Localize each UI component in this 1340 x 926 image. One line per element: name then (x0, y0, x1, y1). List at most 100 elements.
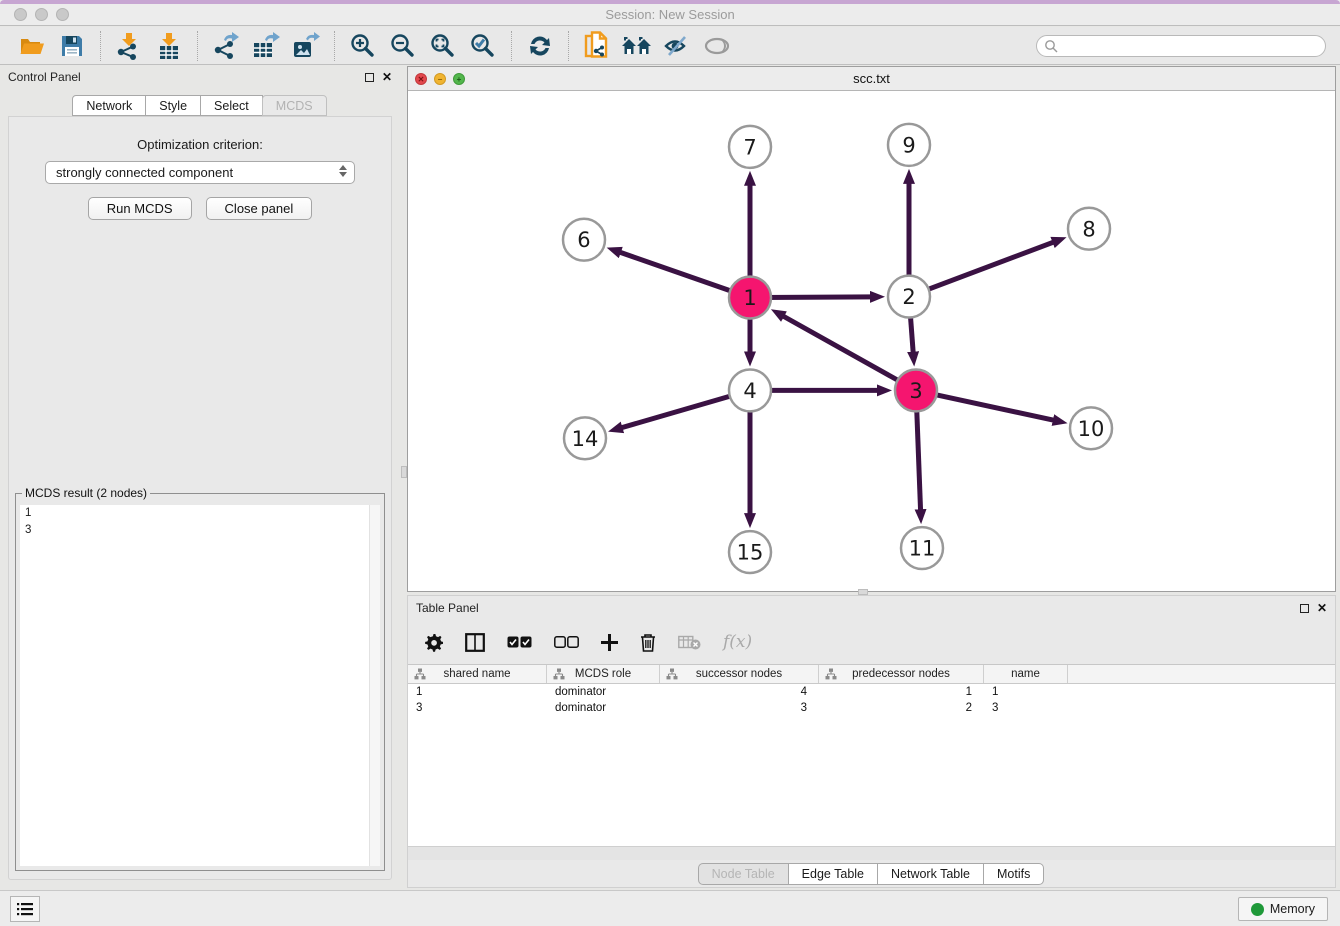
float-panel-icon[interactable] (365, 73, 374, 82)
graph-node-10[interactable]: 10 (1070, 407, 1112, 449)
cell-MCDS-role[interactable]: dominator (547, 700, 660, 716)
criterion-select[interactable]: strongly connected component (45, 161, 355, 184)
apply-layout-button[interactable] (520, 30, 560, 62)
table-row[interactable]: 1dominator411 (408, 684, 1335, 700)
network-window-traffic-lights[interactable]: ✕ − + (415, 73, 465, 85)
save-icon (60, 34, 84, 58)
node-table[interactable]: shared nameMCDS rolesuccessor nodesprede… (408, 664, 1335, 846)
network-canvas[interactable]: 7 9 6 8 1 2 4 3 14 10 15 11 (408, 91, 1335, 591)
column-header-predecessor-nodes[interactable]: predecessor nodes (819, 665, 984, 683)
export-image-icon (292, 32, 320, 60)
save-session-button[interactable] (52, 30, 92, 62)
network-graph[interactable]: 7 9 6 8 1 2 4 3 14 10 15 11 (408, 91, 1335, 591)
create-column-button[interactable] (601, 634, 618, 651)
show-column-panel-button[interactable] (465, 633, 485, 652)
export-network-button[interactable] (206, 30, 246, 62)
zoom-selected-button[interactable] (463, 30, 503, 62)
search-input[interactable] (1036, 35, 1326, 57)
result-scrollbar[interactable] (369, 505, 380, 866)
cell-shared-name[interactable]: 3 (408, 700, 547, 716)
function-builder-button[interactable]: f(x) (723, 632, 752, 652)
close-panel-icon[interactable]: ✕ (382, 71, 392, 83)
svg-text:4: 4 (743, 379, 756, 403)
tab-network[interactable]: Network (72, 95, 146, 116)
cell-shared-name[interactable]: 1 (408, 684, 547, 700)
graph-edge-2-8[interactable] (909, 242, 1054, 297)
tab-style[interactable]: Style (145, 95, 201, 116)
svg-text:8: 8 (1082, 217, 1095, 241)
delete-column-button[interactable] (640, 633, 656, 652)
close-table-panel-icon[interactable]: ✕ (1317, 602, 1327, 614)
cell-successor-nodes[interactable]: 3 (660, 700, 819, 716)
graph-node-14[interactable]: 14 (564, 417, 606, 459)
open-folder-icon (19, 34, 45, 58)
column-type-icon (553, 668, 565, 680)
tab-select[interactable]: Select (200, 95, 263, 116)
zoom-in-button[interactable] (343, 30, 383, 62)
zoom-out-button[interactable] (383, 30, 423, 62)
graph-node-4[interactable]: 4 (729, 369, 771, 411)
table-row[interactable]: 3dominator323 (408, 700, 1335, 716)
float-table-panel-icon[interactable] (1300, 604, 1309, 613)
cell-name[interactable]: 1 (984, 684, 1068, 700)
table-scroll-strip[interactable] (408, 846, 1335, 860)
mcds-result-list[interactable]: 13 (20, 505, 380, 866)
export-table-button[interactable] (246, 30, 286, 62)
hide-eye-icon (663, 34, 691, 58)
close-panel-button[interactable]: Close panel (206, 197, 313, 220)
table-settings-button[interactable] (424, 633, 443, 652)
graph-node-11[interactable]: 11 (901, 527, 943, 569)
tab-motifs[interactable]: Motifs (983, 863, 1044, 885)
delete-table-button[interactable] (678, 635, 701, 650)
import-network-button[interactable] (109, 30, 149, 62)
tab-mcds[interactable]: MCDS (262, 95, 327, 116)
preview-eye-button[interactable] (697, 30, 737, 62)
column-header-MCDS-role[interactable]: MCDS role (547, 665, 660, 683)
column-header-name[interactable]: name (984, 665, 1068, 683)
toolbar-separator (568, 31, 569, 61)
network-maximize-button[interactable]: + (453, 73, 465, 85)
open-file-button[interactable] (12, 30, 52, 62)
import-table-icon (156, 32, 182, 60)
graph-node-1[interactable]: 1 (729, 277, 771, 319)
home-view-button[interactable] (617, 30, 657, 62)
toggle-visual-properties-button[interactable] (657, 30, 697, 62)
houses-icon (621, 34, 653, 58)
run-mcds-button[interactable]: Run MCDS (88, 197, 192, 220)
clone-network-button[interactable] (577, 30, 617, 62)
graph-node-8[interactable]: 8 (1068, 208, 1110, 250)
gear-icon (424, 633, 443, 652)
export-image-button[interactable] (286, 30, 326, 62)
select-all-columns-button[interactable] (507, 636, 532, 648)
cell-predecessor-nodes[interactable]: 1 (819, 684, 984, 700)
tab-edge-table[interactable]: Edge Table (788, 863, 878, 885)
memory-button[interactable]: Memory (1238, 897, 1328, 921)
cell-successor-nodes[interactable]: 4 (660, 684, 819, 700)
column-type-icon (666, 668, 678, 680)
tab-network-table[interactable]: Network Table (877, 863, 984, 885)
tab-node-table[interactable]: Node Table (698, 863, 789, 885)
unselect-all-columns-button[interactable] (554, 636, 579, 648)
cell-predecessor-nodes[interactable]: 2 (819, 700, 984, 716)
cell-MCDS-role[interactable]: dominator (547, 684, 660, 700)
graph-node-7[interactable]: 7 (729, 126, 771, 168)
app-titlebar: Session: New Session (0, 0, 1340, 26)
svg-text:1: 1 (743, 286, 756, 310)
graph-node-15[interactable]: 15 (729, 531, 771, 573)
graph-edge-3-1[interactable] (782, 316, 916, 391)
column-header-successor-nodes[interactable]: successor nodes (660, 665, 819, 683)
graph-node-3[interactable]: 3 (895, 369, 937, 411)
cell-name[interactable]: 3 (984, 700, 1068, 716)
splitter-handle-vertical[interactable] (401, 466, 407, 478)
column-header-shared-name[interactable]: shared name (408, 665, 547, 683)
import-table-button[interactable] (149, 30, 189, 62)
graph-node-6[interactable]: 6 (563, 219, 605, 261)
show-task-history-button[interactable] (10, 896, 40, 922)
main-toolbar (0, 27, 1340, 65)
network-close-button[interactable]: ✕ (415, 73, 427, 85)
zoom-fit-button[interactable] (423, 30, 463, 62)
network-minimize-button[interactable]: − (434, 73, 446, 85)
table-tabs: Node TableEdge TableNetwork TableMotifs (408, 860, 1335, 887)
graph-node-9[interactable]: 9 (888, 124, 930, 166)
graph-node-2[interactable]: 2 (888, 276, 930, 318)
